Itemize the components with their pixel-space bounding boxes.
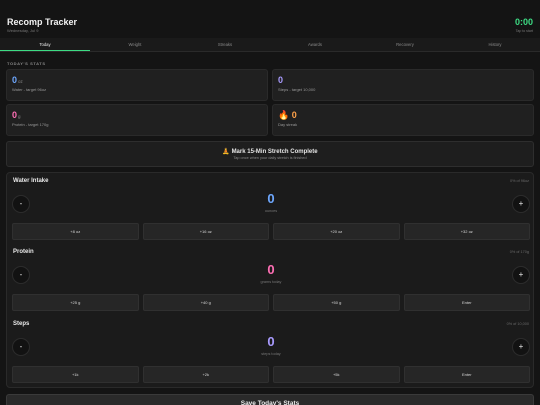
- water-unit-label: ounces: [264, 209, 278, 213]
- streak-stat-value: 0: [291, 110, 297, 120]
- stretch-subtitle: Tap once when your daily stretch is fini…: [233, 156, 307, 160]
- water-stat-card: 0oz Water - target 96oz: [6, 69, 268, 101]
- fire-icon: 🔥: [278, 110, 290, 120]
- water-add-16-button[interactable]: +16 oz: [142, 223, 269, 240]
- tab-recovery[interactable]: Recovery: [360, 38, 450, 51]
- water-stat-unit: oz: [18, 79, 23, 84]
- tab-today[interactable]: Today: [0, 38, 90, 51]
- protein-value: 0: [267, 262, 275, 277]
- stretch-timer[interactable]: 0:00: [515, 17, 533, 27]
- stretch-title-wrap: 🧘 Mark 15-Min Stretch Complete: [7, 148, 533, 155]
- protein-tracker: Protein 0% of 170g - 0 grams today + +25…: [7, 244, 535, 314]
- trackers-panel: Water Intake 0% of 96oz - 0 ounces + +8 …: [6, 172, 534, 388]
- steps-plus-button[interactable]: +: [512, 338, 530, 356]
- steps-add-2k-button[interactable]: +2k: [142, 366, 269, 383]
- water-add-32-button[interactable]: +32 oz: [403, 223, 530, 240]
- protein-stat-value: 0: [12, 110, 18, 120]
- water-value: 0: [267, 191, 275, 206]
- water-stat-label: Water - target 96oz: [12, 87, 47, 92]
- water-tracker: Water Intake 0% of 96oz - 0 ounces + +8 …: [7, 173, 535, 243]
- stretch-title: Mark 15-Min Stretch Complete: [231, 149, 318, 155]
- water-add-8-button[interactable]: +8 oz: [12, 223, 139, 240]
- steps-title: Steps: [13, 321, 30, 327]
- protein-stat-card: 0g Protein - target 170g: [6, 104, 268, 136]
- protein-progress: 0% of 170g: [509, 250, 529, 254]
- tab-streaks[interactable]: Streaks: [180, 38, 270, 51]
- tab-awards[interactable]: Awards: [270, 38, 360, 51]
- meditation-icon: 🧘: [222, 149, 230, 155]
- protein-enter-button[interactable]: Enter: [403, 294, 530, 311]
- steps-stat-card: 0 Steps - target 10,000: [272, 69, 534, 101]
- steps-unit-label: steps today: [261, 352, 281, 356]
- water-add-20-button[interactable]: +20 oz: [273, 223, 400, 240]
- tab-history[interactable]: History: [450, 38, 540, 51]
- water-plus-button[interactable]: +: [512, 195, 530, 213]
- protein-stat-unit: g: [18, 114, 21, 119]
- protein-stat-label: Protein - target 170g: [12, 122, 49, 127]
- steps-value: 0: [267, 334, 275, 349]
- steps-tracker: Steps 0% of 10,000 - 0 steps today + +1k…: [7, 316, 535, 386]
- tab-weight[interactable]: Weight: [90, 38, 180, 51]
- protein-title: Protein: [13, 249, 34, 255]
- tab-bar: Today Weight Streaks Awards Recovery His…: [0, 38, 540, 52]
- streak-stat-card: 🔥 0 Day streak: [272, 104, 534, 136]
- protein-add-40-button[interactable]: +40 g: [142, 294, 269, 311]
- streak-stat-value-wrap: 🔥 0: [278, 110, 297, 121]
- app-title: Recomp Tracker: [7, 17, 78, 27]
- streak-stat-label: Day streak: [278, 122, 298, 127]
- protein-add-50-button[interactable]: +50 g: [273, 294, 400, 311]
- app-header: Recomp Tracker Wednesday, Jul 9 0:00 Tap…: [0, 0, 540, 38]
- steps-stat-label: Steps - target 10,000: [278, 87, 316, 92]
- water-progress: 0% of 96oz: [510, 179, 529, 183]
- water-title: Water Intake: [13, 178, 49, 184]
- steps-progress: 0% of 10,000: [506, 322, 529, 326]
- section-label: TODAY'S STATS: [7, 61, 46, 66]
- save-stats-button[interactable]: Save Today's Stats: [6, 394, 534, 405]
- steps-enter-button[interactable]: Enter: [403, 366, 530, 383]
- protein-plus-button[interactable]: +: [512, 266, 530, 284]
- steps-quick-add-row: +1k +2k +5k Enter: [12, 366, 530, 383]
- current-date: Wednesday, Jul 9: [7, 28, 39, 33]
- protein-add-25-button[interactable]: +25 g: [12, 294, 139, 311]
- steps-stat-value: 0: [278, 75, 284, 85]
- water-stat-value-wrap: 0oz: [12, 75, 23, 85]
- protein-stat-value-wrap: 0g: [12, 110, 21, 120]
- protein-quick-add-row: +25 g +40 g +50 g Enter: [12, 294, 530, 311]
- water-stat-value: 0: [12, 75, 18, 85]
- steps-add-5k-button[interactable]: +5k: [273, 366, 400, 383]
- water-quick-add-row: +8 oz +16 oz +20 oz +32 oz: [12, 223, 530, 240]
- stretch-complete-button[interactable]: 🧘 Mark 15-Min Stretch Complete Tap once …: [6, 141, 534, 167]
- timer-hint: Tap to start: [515, 29, 533, 33]
- protein-unit-label: grams today: [260, 280, 282, 284]
- steps-add-1k-button[interactable]: +1k: [12, 366, 139, 383]
